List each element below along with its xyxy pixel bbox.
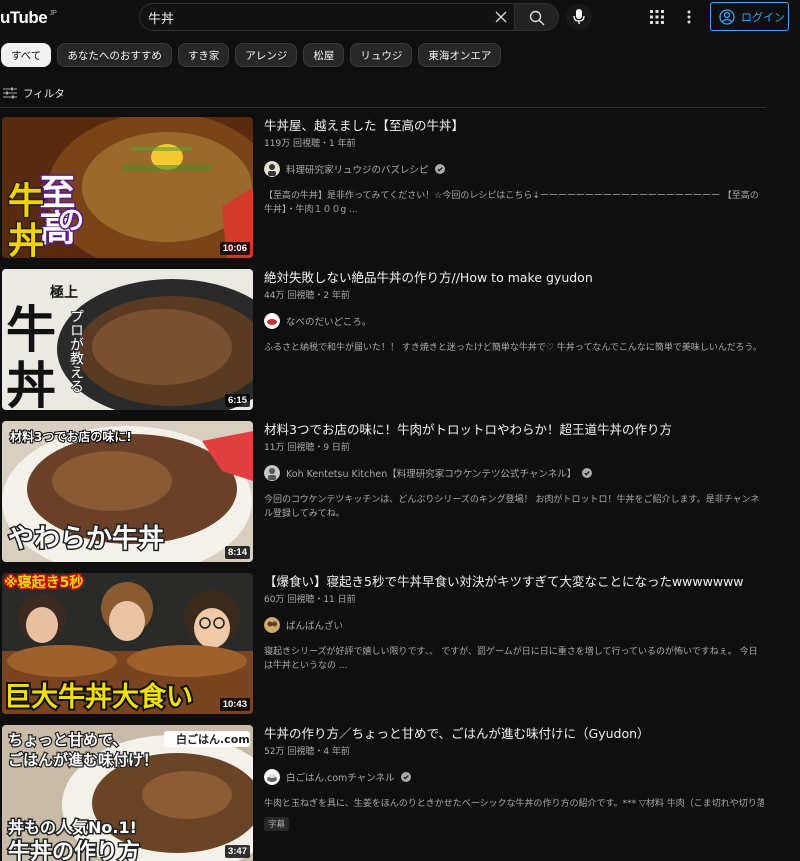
video-meta: 60万 回視聴・11 日前 (264, 595, 356, 605)
thumb-text: 牛丼の作り方 (8, 839, 140, 861)
video-meta: 52万 回視聴・4 年前 (264, 747, 350, 757)
search-button[interactable] (515, 3, 559, 31)
filter-chips: すべて あなたへのおすすめ すき家 アレンジ 松屋 リュウジ 東海オンエア (1, 43, 502, 67)
filter-button[interactable]: フィルタ (3, 83, 65, 103)
thumb-text: 極上 (50, 284, 78, 301)
channel-row[interactable]: 料理研究家リュウジのバズレシピ (264, 161, 764, 177)
video-description: 【至高の牛丼】是非作ってみてください！☆今回のレシピはこちら↓ーーーーーーーーー… (264, 191, 759, 215)
chip-all[interactable]: すべて (1, 43, 52, 67)
thumb-text: ちょっと甘めで、 (8, 731, 127, 749)
video-title[interactable]: 牛丼の作り方／ちょっと甘めで、ごはんが進む味付けに（Gyudon） (264, 725, 764, 743)
video-info: 絶対失敗しない絶品牛丼の作り方//How to make gyudon 44万 … (264, 269, 764, 355)
video-result[interactable]: 材料3つでお店の味に! やわらか牛丼 8:14 材料3つでお店の味に！牛肉がトロ… (0, 421, 770, 562)
chip-ryuji[interactable]: リュウジ (350, 43, 413, 67)
video-duration: 10:06 (219, 242, 250, 255)
video-info: 【爆食い】寝起き5秒で牛丼早食い対決がキツすぎて大変なことになったwwwwwww… (264, 573, 764, 673)
search-input[interactable] (148, 4, 488, 30)
thumb-text: プロが教える (68, 309, 84, 393)
video-duration: 3:47 (224, 845, 250, 858)
channel-row[interactable]: Koh Kentetsu Kitchen【料理研究家コウケンテツ公式チャンネル】 (264, 465, 764, 481)
channel-row[interactable]: ばんばんざい (264, 617, 764, 633)
channel-row[interactable]: なべのだいどころ。 (264, 313, 764, 329)
login-button[interactable]: ログイン (710, 2, 789, 31)
video-info: 材料3つでお店の味に！牛肉がトロットロやわらか！超王道牛丼の作り方 11万 回視… (264, 421, 764, 521)
youtube-logo[interactable]: uTube JP (0, 8, 57, 28)
video-meta: 11万 回視聴・9 日前 (264, 443, 350, 453)
channel-avatar[interactable] (264, 313, 280, 329)
microphone-icon (573, 9, 585, 24)
chip-matsuya[interactable]: 松屋 (303, 43, 345, 67)
thumb-text: 白ごはん.com (176, 732, 250, 746)
divider (0, 107, 766, 108)
video-duration: 10:43 (219, 698, 250, 711)
video-description: 寝起きシリーズが好評で嬉しい限りです、、 ですが、罰ゲームが日に日に重さを増して… (264, 647, 758, 671)
video-duration: 6:15 (224, 394, 250, 407)
video-meta: 44万 回視聴・2 年前 (264, 291, 350, 301)
channel-name[interactable]: Koh Kentetsu Kitchen【料理研究家コウケンテツ公式チャンネル】 (286, 466, 576, 480)
channel-avatar[interactable] (264, 465, 280, 481)
video-result[interactable]: 至高 の 牛 丼 10:06 牛丼屋、越えました【至高の牛丼】 119万 回視聴… (0, 117, 770, 258)
thumb-text: 丼 (6, 356, 56, 410)
chip-recommended[interactable]: あなたへのおすすめ (57, 43, 172, 67)
video-result[interactable]: ※寝起き5秒 巨大牛丼大食い 10:43 【爆食い】寝起き5秒で牛丼早食い対決が… (0, 573, 770, 714)
verified-badge-icon (434, 164, 445, 174)
video-title[interactable]: 絶対失敗しない絶品牛丼の作り方//How to make gyudon (264, 269, 764, 287)
video-description: ふるさと納税で和牛が届いた！！ すき焼きと迷ったけど簡単な牛丼で♡ 牛丼ってなん… (264, 343, 762, 353)
video-result[interactable]: 白ごはん.com ちょっと甘めで、 ごはんが進む味付け！ 丼もの人気No.1! … (0, 725, 770, 861)
account-circle-icon (719, 8, 735, 25)
thumb-text: の (58, 206, 84, 236)
channel-name[interactable]: なべのだいどころ。 (286, 314, 371, 328)
thumb-text: 牛 (6, 300, 56, 359)
chip-arrange[interactable]: アレンジ (235, 43, 298, 67)
video-info: 牛丼の作り方／ちょっと甘めで、ごはんが進む味付けに（Gyudon） 52万 回視… (264, 725, 764, 831)
video-meta: 119万 回視聴・1 年前 (264, 139, 356, 149)
verified-badge-icon (582, 468, 593, 478)
channel-name[interactable]: 料理研究家リュウジのバズレシピ (286, 162, 429, 176)
chip-tokai-onair[interactable]: 東海オンエア (418, 43, 502, 67)
tune-icon (3, 87, 17, 99)
thumb-text: ごはんが進む味付け！ (8, 751, 158, 769)
apps-grid-icon[interactable] (650, 10, 664, 24)
channel-row[interactable]: 白ごはん.comチャンネル (264, 769, 764, 785)
thumb-text: やわらか牛丼 (8, 524, 164, 554)
video-title[interactable]: 【爆食い】寝起き5秒で牛丼早食い対決がキツすぎて大変なことになったwwwwwww (264, 573, 764, 591)
search-box[interactable] (139, 3, 515, 31)
video-result[interactable]: 極上 牛 丼 プロが教える 6:15 絶対失敗しない絶品牛丼の作り方//How … (0, 269, 770, 410)
thumb-text: 巨大牛丼大食い (4, 681, 193, 713)
channel-name[interactable]: 白ごはん.comチャンネル (286, 770, 395, 784)
video-thumbnail[interactable]: 材料3つでお店の味に! やわらか牛丼 8:14 (2, 421, 253, 562)
search-icon (529, 10, 545, 26)
channel-avatar[interactable] (264, 161, 280, 177)
video-thumbnail[interactable]: 極上 牛 丼 プロが教える 6:15 (2, 269, 253, 410)
video-thumbnail[interactable]: ※寝起き5秒 巨大牛丼大食い 10:43 (2, 573, 253, 714)
subtitle-badge: 字幕 (264, 817, 290, 831)
video-title[interactable]: 材料3つでお店の味に！牛肉がトロットロやわらか！超王道牛丼の作り方 (264, 421, 764, 439)
video-description: 今回のコウケンテツキッチンは、どんぶりシリーズのキング登場！ お肉がトロットロ！… (264, 495, 760, 519)
filter-label: フィルタ (23, 87, 65, 100)
clear-icon[interactable] (494, 10, 508, 24)
video-description: 牛肉と玉ねぎを具に、生姜をほんのりときかせたベーシックな牛丼の作り方の紹介です。… (264, 799, 764, 809)
thumb-text: 牛 (8, 181, 44, 222)
video-thumbnail[interactable]: 至高 の 牛 丼 10:06 (2, 117, 253, 258)
channel-avatar[interactable] (264, 617, 280, 633)
verified-badge-icon (400, 772, 411, 782)
video-info: 牛丼屋、越えました【至高の牛丼】 119万 回視聴・1 年前 料理研究家リュウジ… (264, 117, 764, 217)
thumb-text: 丼もの人気No.1! (8, 818, 137, 837)
video-title[interactable]: 牛丼屋、越えました【至高の牛丼】 (264, 117, 764, 135)
thumb-text: 丼 (8, 221, 44, 258)
channel-avatar[interactable] (264, 769, 280, 785)
video-duration: 8:14 (224, 546, 250, 559)
login-label: ログイン (741, 10, 785, 24)
voice-search-button[interactable] (566, 4, 592, 30)
thumb-text: 材料3つでお店の味に! (9, 429, 132, 444)
top-header: uTubeJP ログイン (0, 0, 800, 36)
thumb-text: ※寝起き5秒 (4, 574, 83, 591)
more-vert-icon[interactable] (684, 9, 694, 25)
chip-sukiya[interactable]: すき家 (177, 43, 230, 67)
channel-name[interactable]: ばんばんざい (286, 618, 343, 632)
video-thumbnail[interactable]: 白ごはん.com ちょっと甘めで、 ごはんが進む味付け！ 丼もの人気No.1! … (2, 725, 253, 861)
